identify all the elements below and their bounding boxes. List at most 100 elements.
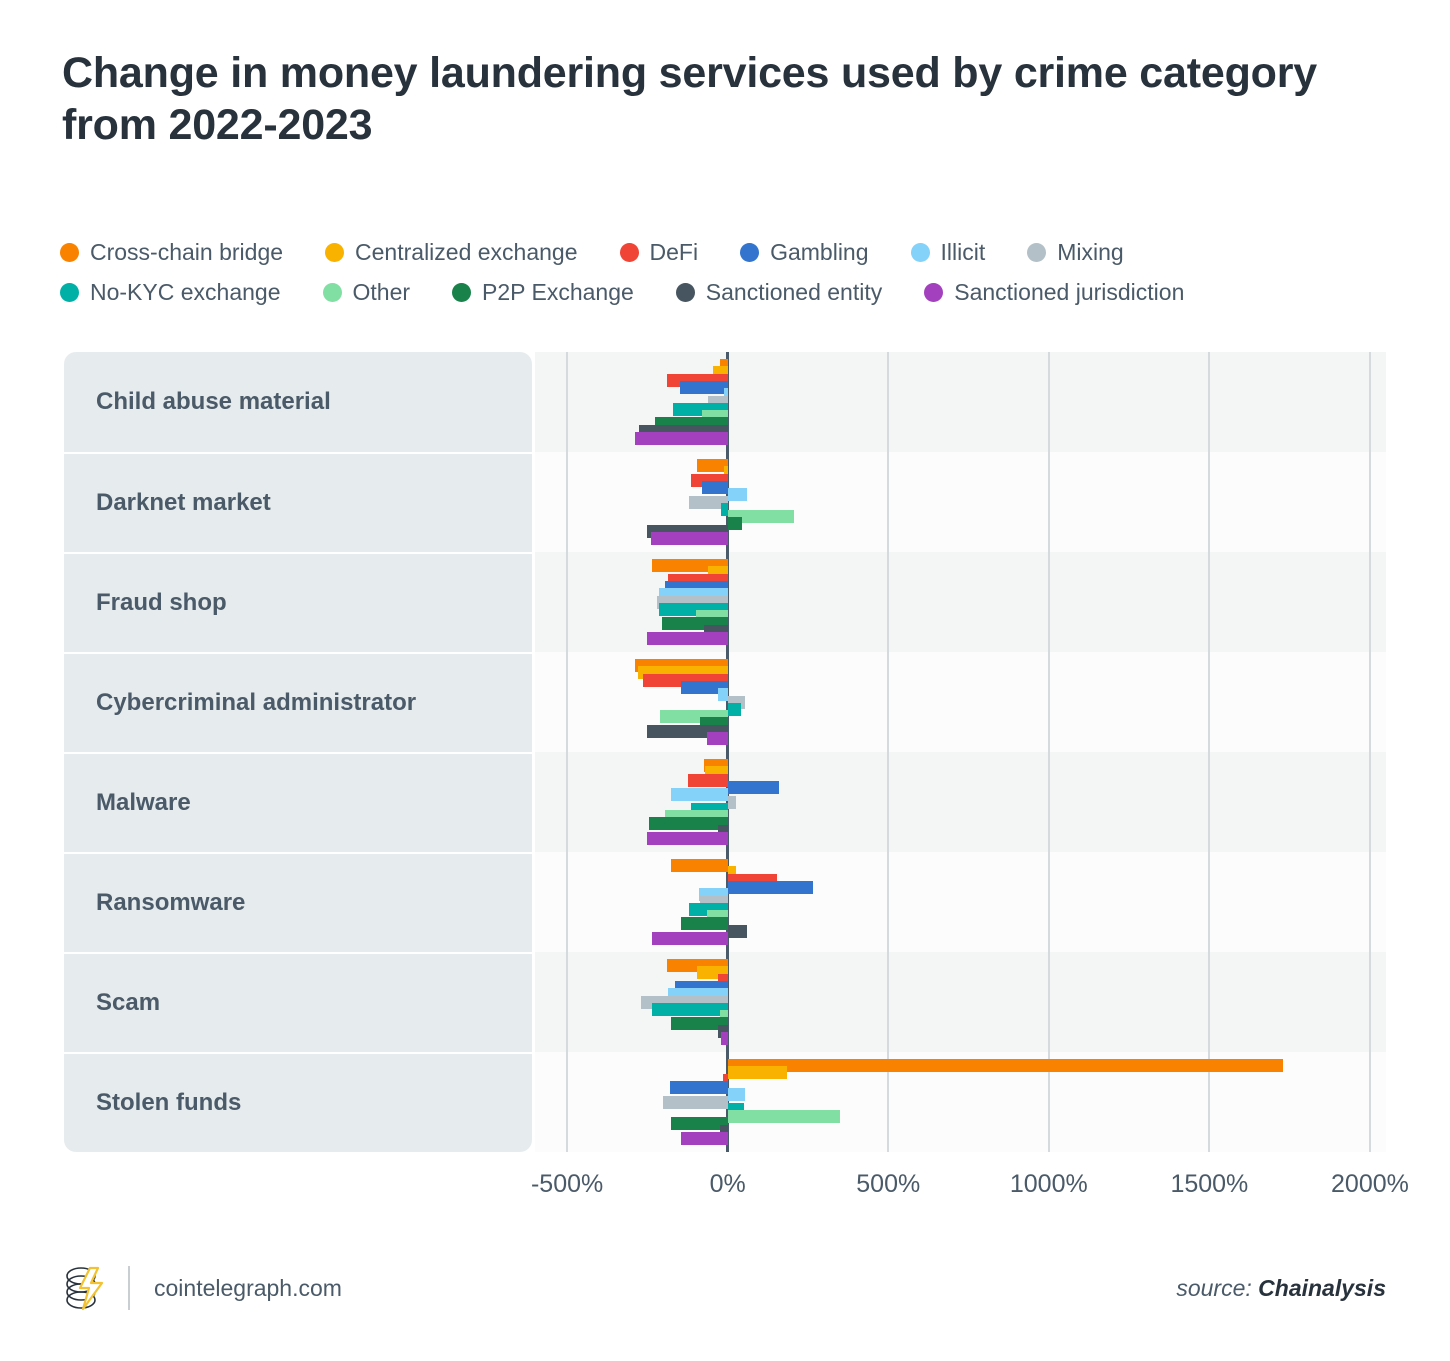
bar <box>721 1031 728 1045</box>
legend-label: Sanctioned entity <box>705 278 883 305</box>
chart-area: Child abuse material Darknet market Fraud … <box>64 352 1386 1152</box>
bar <box>727 702 741 716</box>
footer-site-label: cointelegraph.com <box>154 1274 342 1301</box>
footer-source: source: Chainalysis <box>1176 1275 1386 1302</box>
bar <box>727 1066 788 1080</box>
legend-item-gambling[interactable]: Gambling <box>740 238 869 266</box>
x-axis-tick-label: 500% <box>856 1170 921 1198</box>
gridline <box>1208 352 1211 1152</box>
cointelegraph-logo-icon <box>64 1265 106 1311</box>
legend-swatch-icon <box>452 282 472 302</box>
x-axis-tick-label: 2000% <box>1331 1170 1409 1198</box>
legend-item-no-kyc-exchange[interactable]: No-KYC exchange <box>60 279 281 306</box>
category-label: Malware <box>96 789 191 816</box>
bar <box>647 631 728 645</box>
bar <box>650 531 728 545</box>
gridline <box>566 352 569 1152</box>
category-label-row: Scam <box>64 952 532 1052</box>
category-label: Child abuse material <box>96 388 331 415</box>
x-axis-tick-label: 1500% <box>1170 1170 1249 1198</box>
bar <box>727 488 747 502</box>
legend-row-2: No-KYC exchange Other P2P Exchange Sanction… <box>60 272 1400 312</box>
category-label: Ransomware <box>96 889 246 916</box>
category-label: Scam <box>96 989 161 1016</box>
bar <box>727 1059 1284 1073</box>
page-title: Change in money laundering services used… <box>62 49 1317 150</box>
legend-label: Other <box>352 278 411 305</box>
legend-label: P2P Exchange <box>482 278 634 305</box>
bar <box>679 380 728 394</box>
legend-row-1: Cross-chain bridge Centralized exchange De… <box>60 232 1400 272</box>
bar <box>687 773 728 787</box>
category-label-row: Stolen funds <box>64 1052 532 1152</box>
legend-label: Gambling <box>770 238 869 265</box>
legend-label: DeFi <box>649 238 699 265</box>
bar <box>727 780 780 794</box>
legend-swatch-icon <box>322 282 342 302</box>
legend-label: No-KYC exchange <box>90 278 281 305</box>
legend-item-sanctioned-entity[interactable]: Sanctioned entity <box>675 278 883 306</box>
category-label-row: Darknet market <box>64 452 532 552</box>
plot-area <box>535 352 1386 1152</box>
legend-swatch-icon <box>675 282 695 302</box>
category-label-row: Child abuse material <box>64 352 532 452</box>
bar <box>669 1080 728 1094</box>
legend-item-sanctioned-jurisdiction[interactable]: Sanctioned jurisdiction <box>924 279 1184 306</box>
legend-swatch-icon <box>910 242 930 262</box>
legend-item-other[interactable]: Other <box>322 278 411 306</box>
legend-item-defi[interactable]: DeFi <box>619 238 699 266</box>
bar <box>649 817 728 831</box>
category-label: Cybercriminal administrator <box>96 689 417 716</box>
chart-legend: Cross-chain bridge Centralized exchange De… <box>60 232 1400 312</box>
x-axis-tick-label: -500% <box>530 1170 604 1198</box>
bar <box>671 859 728 873</box>
footer-source-name: Chainalysis <box>1258 1274 1386 1301</box>
legend-swatch-icon <box>924 282 944 302</box>
category-label-row: Ransomware <box>64 852 532 952</box>
legend-item-centralized-exchange[interactable]: Centralized exchange <box>325 238 578 266</box>
bar <box>681 917 728 931</box>
legend-swatch-icon <box>60 282 79 302</box>
legend-label: Illicit <box>940 238 986 265</box>
bar <box>727 880 813 894</box>
legend-swatch-icon <box>325 242 345 262</box>
bar <box>718 688 728 702</box>
bar <box>652 1002 728 1016</box>
category-label-row: Cybercriminal administrator <box>64 652 532 752</box>
footer: cointelegraph.com source: Chainalysis <box>64 1258 1386 1318</box>
legend-label: Mixing <box>1057 238 1124 265</box>
category-label: Darknet market <box>96 489 271 516</box>
legend-label: Cross-chain bridge <box>90 238 284 265</box>
legend-item-p2p-exchange[interactable]: P2P Exchange <box>452 279 634 306</box>
x-axis-tick-label: 0% <box>709 1170 746 1198</box>
legend-label: Sanctioned jurisdiction <box>954 278 1185 305</box>
x-axis-tick-label: 1000% <box>1009 1170 1088 1198</box>
legend-item-illicit[interactable]: Illicit <box>910 238 986 266</box>
legend-label: Centralized exchange <box>355 238 578 265</box>
bar <box>697 459 728 473</box>
bar <box>671 788 728 802</box>
legend-swatch-icon <box>1027 242 1047 262</box>
legend-swatch-icon <box>619 242 639 262</box>
bar <box>727 1088 746 1102</box>
bar <box>706 731 728 745</box>
footer-divider <box>128 1266 130 1310</box>
legend-swatch-icon <box>60 242 79 262</box>
legend-item-cross-chain-bridge[interactable]: Cross-chain bridge <box>60 239 283 266</box>
bar <box>647 831 728 845</box>
gridline <box>1368 352 1371 1152</box>
bar <box>681 1131 728 1145</box>
bar <box>727 924 747 938</box>
category-label-row: Malware <box>64 752 532 852</box>
x-axis: -500% 0% 500% 1000% 1500% 2000% <box>531 1170 1409 1210</box>
category-label-panel: Child abuse material Darknet market Fraud … <box>64 352 532 1152</box>
bar <box>727 1110 841 1124</box>
bar <box>727 795 736 809</box>
bar <box>701 480 728 494</box>
category-label: Fraud shop <box>96 589 227 616</box>
footer-source-prefix: source: <box>1176 1274 1259 1301</box>
bar <box>652 931 728 945</box>
legend-item-mixing[interactable]: Mixing <box>1027 238 1124 266</box>
bar <box>634 431 728 445</box>
gridline <box>1047 352 1050 1152</box>
